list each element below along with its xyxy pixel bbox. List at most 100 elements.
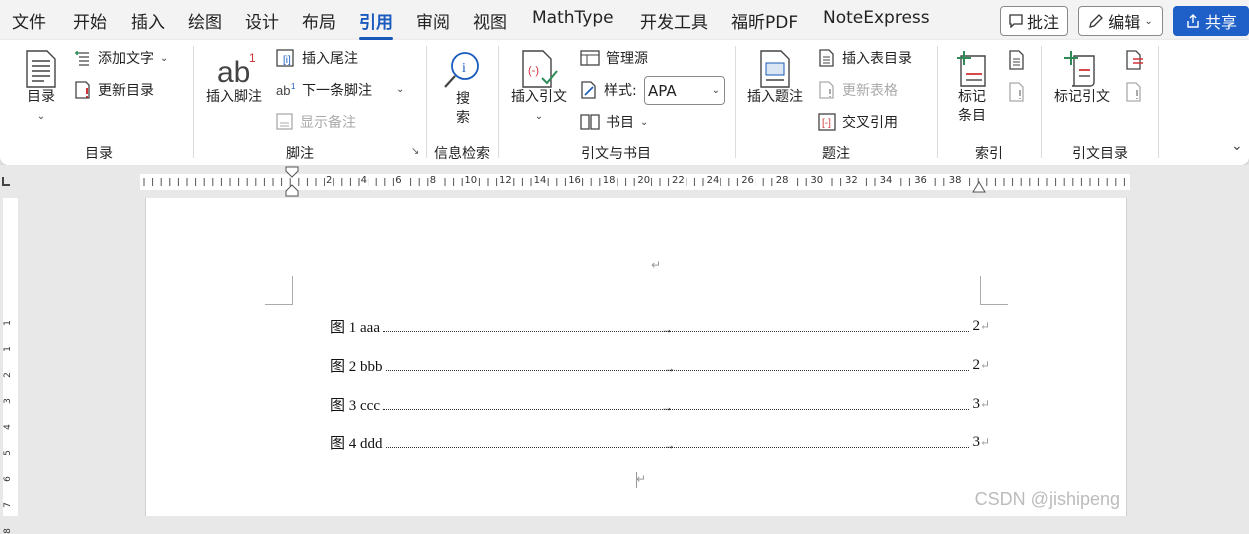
tab-mathtype[interactable]: MathType — [532, 8, 614, 28]
update-table-icon — [819, 81, 834, 99]
leader-dots: → — [382, 322, 970, 336]
mark-citation-label: 标记引文 — [1054, 89, 1110, 105]
update-toa-icon[interactable] — [1125, 82, 1143, 102]
search-button[interactable]: i 搜 索 — [443, 50, 483, 128]
paragraph-mark: ↵ — [979, 318, 990, 333]
share-button[interactable]: 共享 — [1173, 6, 1249, 36]
share-label: 共享 — [1204, 13, 1237, 32]
edit-button[interactable]: 编辑 ⌄ — [1078, 6, 1163, 36]
tab-file[interactable]: 文件 — [12, 8, 46, 33]
tab-review[interactable]: 审阅 — [416, 8, 450, 33]
ruler-number: 26 — [740, 175, 755, 186]
tab-arrow: → — [660, 322, 673, 336]
next-footnote-dropdown-icon[interactable]: ⌄ — [396, 84, 404, 95]
style-icon — [581, 81, 596, 99]
collapse-ribbon-icon[interactable]: ⌄ — [1231, 138, 1243, 154]
update-index-icon[interactable] — [1008, 82, 1026, 102]
tab-references[interactable]: 引用 — [359, 8, 393, 40]
next-footnote-button[interactable]: ab 1 下一条脚注 — [276, 78, 372, 102]
index-group-label: 索引 — [975, 146, 1003, 162]
tab-design[interactable]: 设计 — [245, 8, 279, 33]
menu-tab-bar: 文件 开始 插入 绘图 设计 布局 引用 审阅 视图 MathType 开发工具… — [0, 0, 1249, 40]
insert-endnote-button[interactable]: [i] 插入尾注 — [276, 46, 358, 70]
toa-group-label: 引文目录 — [1072, 146, 1128, 162]
update-toc-label: 更新目录 — [98, 83, 154, 99]
dialog-launcher-icon[interactable]: ↘ — [411, 146, 419, 157]
cross-reference-button[interactable]: [-] 交叉引用 — [818, 110, 898, 134]
insert-index-icon[interactable] — [1008, 50, 1026, 70]
entry-label: 图 1 aaa — [330, 319, 380, 336]
toc-button[interactable]: 目录 ⌄ — [24, 50, 58, 126]
update-table-button[interactable]: 更新表格 — [818, 78, 898, 102]
ruler-number: 6 — [394, 175, 403, 186]
next-footnote-label: 下一条脚注 — [302, 83, 372, 99]
tab-layout[interactable]: 布局 — [302, 8, 336, 33]
chevron-down-icon: ⌄ — [711, 85, 720, 96]
show-notes-label: 显示备注 — [300, 115, 356, 131]
tab-home[interactable]: 开始 — [73, 8, 107, 33]
ruler-number: 28 — [774, 175, 790, 186]
chevron-down-icon: ⌄ — [534, 111, 544, 122]
show-notes-button[interactable]: 显示备注 — [276, 110, 356, 134]
group-divider — [193, 46, 194, 158]
tab-noteexpress[interactable]: NoteExpress — [823, 8, 930, 28]
insert-footnote-button[interactable]: ab 1 插入脚注 — [206, 50, 262, 107]
insert-caption-button[interactable]: 插入题注 — [747, 50, 803, 107]
vruler-number: 7 — [2, 502, 13, 508]
bibliography-icon — [580, 114, 600, 130]
table-of-figures-entry[interactable]: 图 2 bbb → 2 ↵ — [330, 354, 990, 376]
ruler-number: 22 — [671, 175, 686, 186]
svg-text:[i]: [i] — [283, 55, 291, 66]
insert-table-of-figures-button[interactable]: 插入表目录 — [818, 46, 912, 70]
update-toc-button[interactable]: 更新目录 — [74, 78, 154, 102]
ruler-number: 20 — [636, 175, 652, 186]
ruler-number: 2 — [325, 175, 334, 186]
insert-table-of-figures-label: 插入表目录 — [842, 51, 912, 67]
show-notes-icon — [276, 113, 293, 130]
bibliography-button[interactable]: 书目 ⌄ — [580, 110, 648, 134]
vertical-ruler[interactable]: 1 1 2 3 4 5 6 7 8 — [0, 198, 24, 534]
group-divider — [1041, 46, 1042, 158]
tab-draw[interactable]: 绘图 — [188, 8, 222, 33]
paragraph-mark: ↵ — [979, 434, 990, 449]
ruler-number: 36 — [913, 175, 928, 186]
toc-label: 目录 — [27, 89, 55, 105]
vruler-number: 6 — [2, 476, 13, 482]
indent-marker-icon[interactable] — [284, 165, 300, 199]
cross-reference-label: 交叉引用 — [842, 115, 898, 131]
style-control: 样式: — [580, 78, 637, 102]
right-indent-marker-icon[interactable] — [971, 179, 987, 193]
ruler-number: 32 — [844, 175, 859, 186]
vruler-number: 1 — [2, 320, 13, 326]
toc-icon — [26, 50, 56, 88]
toc-group-label: 目录 — [85, 146, 113, 162]
tab-developer[interactable]: 开发工具 — [640, 8, 708, 33]
comment-label: 批注 — [1026, 13, 1059, 32]
entry-page: 3 — [972, 433, 980, 450]
tab-foxit-pdf[interactable]: 福昕PDF — [731, 8, 798, 33]
vruler-number: 4 — [2, 424, 13, 430]
insert-toa-icon[interactable] — [1125, 50, 1145, 70]
manage-sources-icon — [580, 50, 600, 66]
mark-entry-button[interactable]: 标记 条目 — [955, 50, 989, 126]
table-of-figures-entry[interactable]: 图 3 ccc → 3 ↵ — [330, 393, 990, 415]
mark-citation-icon — [1064, 51, 1095, 87]
table-of-figures-entry[interactable]: 图 1 aaa → 2 ↵ — [330, 315, 990, 337]
table-of-figures-entry[interactable]: 图 4 ddd → 3 ↵ — [330, 431, 990, 453]
chevron-down-icon: ⌄ — [1144, 15, 1153, 27]
horizontal-ruler[interactable]: 2 4 6 8 10 12 14 16 18 20 22 24 26 28 30 32 34 36 38 — [0, 165, 1249, 198]
style-select[interactable]: APA ⌄ — [644, 76, 725, 105]
entry-page: 2 — [972, 317, 980, 334]
paragraph-mark: ↵ — [651, 258, 662, 272]
tab-view[interactable]: 视图 — [473, 8, 507, 33]
manage-sources-button[interactable]: 管理源 — [580, 46, 648, 70]
search-label-2: 索 — [456, 110, 470, 126]
mark-citation-button[interactable]: 标记引文 — [1054, 50, 1110, 107]
update-toc-icon — [75, 81, 90, 99]
ruler-number: 24 — [705, 175, 721, 186]
insert-citation-button[interactable]: (-) 插入引文 ⌄ — [511, 50, 567, 126]
tab-insert[interactable]: 插入 — [131, 8, 165, 33]
comment-button[interactable]: 批注 — [1000, 6, 1068, 36]
update-table-label: 更新表格 — [842, 83, 898, 99]
add-text-button[interactable]: 添加文字 ⌄ — [74, 46, 168, 70]
